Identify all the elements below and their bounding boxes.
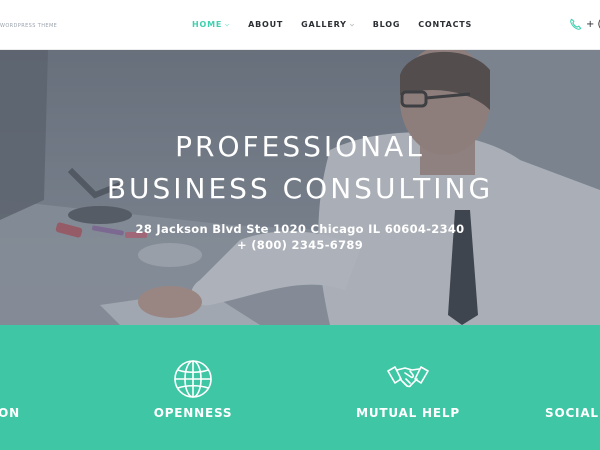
feature-item-openness: Openness [103, 325, 283, 450]
feature-item: Social R [510, 325, 600, 450]
feature-item-mutual-help: Mutual Help [318, 325, 498, 450]
nav-item-label: Gallery [301, 20, 347, 29]
feature-label: ON [0, 406, 20, 420]
nav-item-gallery[interactable]: Gallery [301, 20, 355, 29]
nav-item-home[interactable]: Home [192, 20, 230, 29]
feature-label: Mutual Help [356, 406, 460, 420]
site-header: WordPress Theme Home About Gallery Blog … [0, 0, 600, 50]
main-nav: Home About Gallery Blog Contacts [192, 20, 490, 29]
header-phone-text: + (8 [586, 19, 600, 30]
feature-label: Social R [545, 406, 600, 420]
chevron-down-icon [225, 23, 230, 26]
nav-item-blog[interactable]: Blog [373, 20, 400, 29]
handshake-icon [387, 366, 429, 388]
nav-item-about[interactable]: About [248, 20, 283, 29]
hero-title-line1: Professional [175, 130, 425, 163]
feature-label: Openness [153, 406, 233, 420]
chevron-down-icon [349, 23, 354, 26]
hero-phone: + (800) 2345-6789 [236, 238, 364, 252]
brand-tagline[interactable]: WordPress Theme [0, 23, 57, 29]
nav-item-label: Contacts [418, 20, 473, 29]
globe-icon [174, 360, 212, 398]
header-phone[interactable]: + (8 [569, 18, 600, 31]
phone-icon [570, 18, 582, 30]
feature-item: ON [0, 325, 100, 450]
hero-banner: Professional Business Consulting 28 Jack… [0, 50, 600, 325]
nav-item-contacts[interactable]: Contacts [418, 20, 472, 29]
nav-item-label: About [248, 20, 284, 29]
features-strip: ON Openness M [0, 325, 600, 450]
hero-title-line2: Business Consulting [106, 172, 494, 205]
nav-item-label: Home [192, 20, 223, 29]
nav-item-label: Blog [372, 20, 401, 29]
hero-address: 28 Jackson Blvd Ste 1020 Chicago IL 6060… [135, 222, 465, 236]
